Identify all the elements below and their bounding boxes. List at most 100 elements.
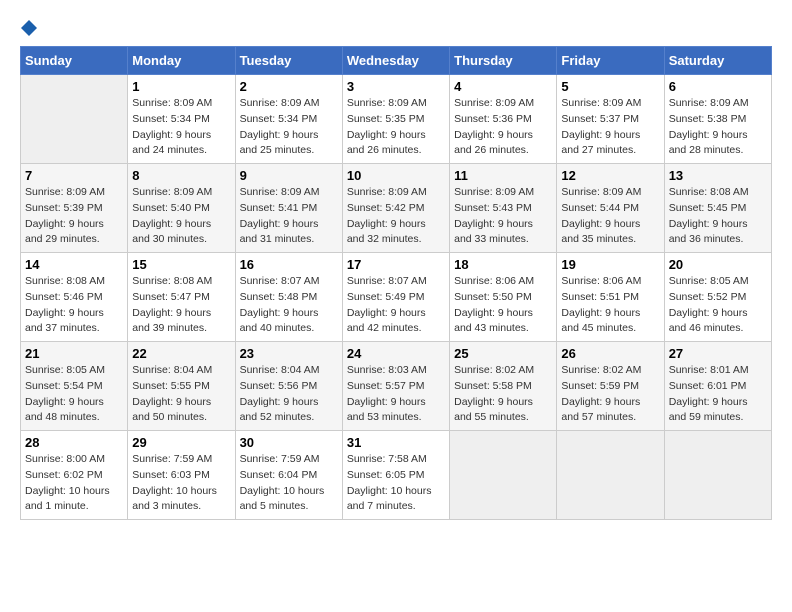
day-info: Sunrise: 7:59 AMSunset: 6:04 PMDaylight:… bbox=[240, 452, 338, 515]
day-cell: 4 Sunrise: 8:09 AMSunset: 5:36 PMDaylight… bbox=[450, 75, 557, 164]
day-cell: 22 Sunrise: 8:04 AMSunset: 5:55 PMDayligh… bbox=[128, 342, 235, 431]
day-info: Sunrise: 7:59 AMSunset: 6:03 PMDaylight:… bbox=[132, 452, 230, 515]
day-number: 25 bbox=[454, 346, 552, 361]
day-info: Sunrise: 8:08 AMSunset: 5:45 PMDaylight:… bbox=[669, 185, 767, 248]
header bbox=[20, 20, 772, 36]
day-info: Sunrise: 8:08 AMSunset: 5:46 PMDaylight:… bbox=[25, 274, 123, 337]
day-cell: 31 Sunrise: 7:58 AMSunset: 6:05 PMDayligh… bbox=[342, 431, 449, 520]
day-number: 1 bbox=[132, 79, 230, 94]
day-info: Sunrise: 8:04 AMSunset: 5:55 PMDaylight:… bbox=[132, 363, 230, 426]
day-cell: 24Sunrise: 8:03 AMSunset: 5:57 PMDayligh… bbox=[342, 342, 449, 431]
header-cell-saturday: Saturday bbox=[664, 47, 771, 75]
day-number: 8 bbox=[132, 168, 230, 183]
day-number: 16 bbox=[240, 257, 338, 272]
day-info: Sunrise: 8:09 AMSunset: 5:35 PMDaylight:… bbox=[347, 96, 445, 159]
header-cell-tuesday: Tuesday bbox=[235, 47, 342, 75]
week-row-4: 21 Sunrise: 8:05 AMSunset: 5:54 PMDayligh… bbox=[21, 342, 772, 431]
week-row-3: 14 Sunrise: 8:08 AMSunset: 5:46 PMDayligh… bbox=[21, 253, 772, 342]
header-cell-sunday: Sunday bbox=[21, 47, 128, 75]
day-cell bbox=[450, 431, 557, 520]
day-cell: 5 Sunrise: 8:09 AMSunset: 5:37 PMDaylight… bbox=[557, 75, 664, 164]
day-number: 2 bbox=[240, 79, 338, 94]
day-cell bbox=[557, 431, 664, 520]
day-number: 23 bbox=[240, 346, 338, 361]
day-number: 19 bbox=[561, 257, 659, 272]
day-number: 7 bbox=[25, 168, 123, 183]
day-info: Sunrise: 8:02 AMSunset: 5:59 PMDaylight:… bbox=[561, 363, 659, 426]
calendar-table: SundayMondayTuesdayWednesdayThursdayFrid… bbox=[20, 46, 772, 520]
logo bbox=[20, 20, 38, 36]
day-cell: 20 Sunrise: 8:05 AMSunset: 5:52 PMDayligh… bbox=[664, 253, 771, 342]
day-number: 26 bbox=[561, 346, 659, 361]
day-info: Sunrise: 8:09 AMSunset: 5:42 PMDaylight:… bbox=[347, 185, 445, 248]
day-cell: 15 Sunrise: 8:08 AMSunset: 5:47 PMDayligh… bbox=[128, 253, 235, 342]
day-cell: 7 Sunrise: 8:09 AMSunset: 5:39 PMDaylight… bbox=[21, 164, 128, 253]
day-info: Sunrise: 8:09 AMSunset: 5:36 PMDaylight:… bbox=[454, 96, 552, 159]
day-cell: 29 Sunrise: 7:59 AMSunset: 6:03 PMDayligh… bbox=[128, 431, 235, 520]
day-number: 20 bbox=[669, 257, 767, 272]
day-info: Sunrise: 8:00 AMSunset: 6:02 PMDaylight:… bbox=[25, 452, 123, 515]
day-info: Sunrise: 8:04 AMSunset: 5:56 PMDaylight:… bbox=[240, 363, 338, 426]
day-number: 29 bbox=[132, 435, 230, 450]
day-number: 6 bbox=[669, 79, 767, 94]
day-info: Sunrise: 8:02 AMSunset: 5:58 PMDaylight:… bbox=[454, 363, 552, 426]
day-info: Sunrise: 8:09 AMSunset: 5:34 PMDaylight:… bbox=[132, 96, 230, 159]
day-info: Sunrise: 8:06 AMSunset: 5:51 PMDaylight:… bbox=[561, 274, 659, 337]
day-number: 30 bbox=[240, 435, 338, 450]
day-number: 5 bbox=[561, 79, 659, 94]
day-number: 17 bbox=[347, 257, 445, 272]
day-cell: 30 Sunrise: 7:59 AMSunset: 6:04 PMDayligh… bbox=[235, 431, 342, 520]
day-info: Sunrise: 8:08 AMSunset: 5:47 PMDaylight:… bbox=[132, 274, 230, 337]
day-cell: 8 Sunrise: 8:09 AMSunset: 5:40 PMDaylight… bbox=[128, 164, 235, 253]
day-number: 9 bbox=[240, 168, 338, 183]
day-cell: 18Sunrise: 8:06 AMSunset: 5:50 PMDayligh… bbox=[450, 253, 557, 342]
day-cell: 1 Sunrise: 8:09 AMSunset: 5:34 PMDaylight… bbox=[128, 75, 235, 164]
day-cell bbox=[664, 431, 771, 520]
week-row-5: 28 Sunrise: 8:00 AMSunset: 6:02 PMDayligh… bbox=[21, 431, 772, 520]
day-cell: 6 Sunrise: 8:09 AMSunset: 5:38 PMDaylight… bbox=[664, 75, 771, 164]
day-info: Sunrise: 8:05 AMSunset: 5:54 PMDaylight:… bbox=[25, 363, 123, 426]
day-cell: 13Sunrise: 8:08 AMSunset: 5:45 PMDayligh… bbox=[664, 164, 771, 253]
logo-icon bbox=[21, 20, 37, 36]
day-info: Sunrise: 8:09 AMSunset: 5:43 PMDaylight:… bbox=[454, 185, 552, 248]
day-cell: 28 Sunrise: 8:00 AMSunset: 6:02 PMDayligh… bbox=[21, 431, 128, 520]
day-number: 31 bbox=[347, 435, 445, 450]
day-info: Sunrise: 8:03 AMSunset: 5:57 PMDaylight:… bbox=[347, 363, 445, 426]
day-number: 21 bbox=[25, 346, 123, 361]
day-info: Sunrise: 8:09 AMSunset: 5:41 PMDaylight:… bbox=[240, 185, 338, 248]
day-info: Sunrise: 7:58 AMSunset: 6:05 PMDaylight:… bbox=[347, 452, 445, 515]
day-number: 15 bbox=[132, 257, 230, 272]
day-info: Sunrise: 8:09 AMSunset: 5:39 PMDaylight:… bbox=[25, 185, 123, 248]
week-row-2: 7 Sunrise: 8:09 AMSunset: 5:39 PMDaylight… bbox=[21, 164, 772, 253]
header-cell-monday: Monday bbox=[128, 47, 235, 75]
day-cell: 19 Sunrise: 8:06 AMSunset: 5:51 PMDayligh… bbox=[557, 253, 664, 342]
header-cell-wednesday: Wednesday bbox=[342, 47, 449, 75]
day-info: Sunrise: 8:09 AMSunset: 5:37 PMDaylight:… bbox=[561, 96, 659, 159]
day-cell: 3 Sunrise: 8:09 AMSunset: 5:35 PMDaylight… bbox=[342, 75, 449, 164]
day-number: 4 bbox=[454, 79, 552, 94]
day-cell: 25 Sunrise: 8:02 AMSunset: 5:58 PMDayligh… bbox=[450, 342, 557, 431]
header-cell-thursday: Thursday bbox=[450, 47, 557, 75]
day-number: 28 bbox=[25, 435, 123, 450]
day-cell: 21 Sunrise: 8:05 AMSunset: 5:54 PMDayligh… bbox=[21, 342, 128, 431]
day-cell: 26 Sunrise: 8:02 AMSunset: 5:59 PMDayligh… bbox=[557, 342, 664, 431]
day-cell: 14 Sunrise: 8:08 AMSunset: 5:46 PMDayligh… bbox=[21, 253, 128, 342]
day-cell: 10 Sunrise: 8:09 AMSunset: 5:42 PMDayligh… bbox=[342, 164, 449, 253]
header-row: SundayMondayTuesdayWednesdayThursdayFrid… bbox=[21, 47, 772, 75]
day-cell: 16 Sunrise: 8:07 AMSunset: 5:48 PMDayligh… bbox=[235, 253, 342, 342]
day-number: 3 bbox=[347, 79, 445, 94]
day-info: Sunrise: 8:06 AMSunset: 5:50 PMDaylight:… bbox=[454, 274, 552, 337]
day-info: Sunrise: 8:09 AMSunset: 5:38 PMDaylight:… bbox=[669, 96, 767, 159]
day-number: 11 bbox=[454, 168, 552, 183]
day-number: 22 bbox=[132, 346, 230, 361]
day-info: Sunrise: 8:05 AMSunset: 5:52 PMDaylight:… bbox=[669, 274, 767, 337]
day-info: Sunrise: 8:09 AMSunset: 5:40 PMDaylight:… bbox=[132, 185, 230, 248]
day-number: 10 bbox=[347, 168, 445, 183]
day-info: Sunrise: 8:07 AMSunset: 5:48 PMDaylight:… bbox=[240, 274, 338, 337]
week-row-1: 1 Sunrise: 8:09 AMSunset: 5:34 PMDaylight… bbox=[21, 75, 772, 164]
day-number: 12 bbox=[561, 168, 659, 183]
day-cell: 23 Sunrise: 8:04 AMSunset: 5:56 PMDayligh… bbox=[235, 342, 342, 431]
day-number: 14 bbox=[25, 257, 123, 272]
day-info: Sunrise: 8:09 AMSunset: 5:44 PMDaylight:… bbox=[561, 185, 659, 248]
day-cell bbox=[21, 75, 128, 164]
